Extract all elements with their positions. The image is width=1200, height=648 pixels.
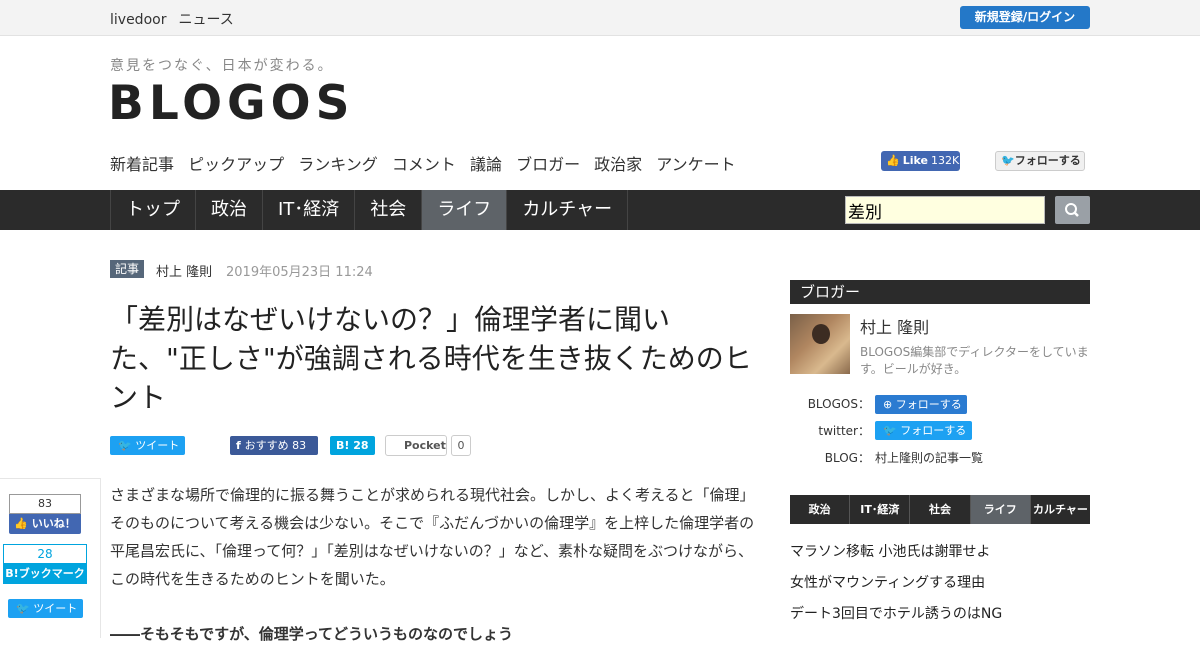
- nav-life[interactable]: ライフ: [421, 190, 507, 230]
- nav-society[interactable]: 社会: [354, 190, 421, 230]
- sidebar-category-tabs: 政治 IT･経済 社会 ライフ カルチャー: [790, 495, 1090, 524]
- twitter-bird-icon: 🐦: [1001, 154, 1015, 167]
- tab-politics[interactable]: 政治: [790, 495, 851, 524]
- thumbs-up-icon: 👍: [14, 517, 32, 530]
- twitter-bird-icon: 🐦: [883, 424, 901, 437]
- floating-hatena-button[interactable]: B!ブックマーク: [3, 564, 87, 584]
- subnav-survey[interactable]: アンケート: [656, 155, 735, 174]
- brand-news[interactable]: ニュース: [178, 12, 233, 28]
- blog-row-label: BLOG：: [824, 451, 870, 465]
- article-author[interactable]: 村上 隆則: [156, 261, 212, 280]
- blogos-follow-label: BLOGOS：: [807, 397, 870, 411]
- search-input[interactable]: [845, 196, 1045, 224]
- twitter-follow-row-label: twitter：: [818, 424, 870, 438]
- blogger-article-list-link[interactable]: 村上隆則の記事一覧: [875, 449, 983, 466]
- subnav-politician[interactable]: 政治家: [594, 155, 642, 174]
- blogos-logo[interactable]: BLOGOS: [108, 76, 354, 132]
- subnav-ranking[interactable]: ランキング: [298, 155, 378, 174]
- floating-fb-label: いいね！: [31, 517, 76, 530]
- article-category-tag[interactable]: 記事: [110, 260, 145, 278]
- fb-like-count: 132K: [930, 154, 960, 167]
- subnav-comment[interactable]: コメント: [392, 155, 456, 174]
- sidebar-twitter-follow-button[interactable]: 🐦 フォローする: [875, 421, 972, 440]
- ranking-item[interactable]: デート3回目でホテル誘うのはNG: [790, 603, 1002, 623]
- sidebar-blogger-heading: ブロガー: [790, 280, 1090, 304]
- brand-livedoor[interactable]: livedoor: [110, 12, 166, 28]
- floating-tweet-label: ツイート: [33, 602, 78, 615]
- tab-society[interactable]: 社会: [910, 495, 971, 524]
- ranking-item[interactable]: 女性がマウンティングする理由: [790, 572, 985, 592]
- nav-top[interactable]: トップ: [110, 190, 195, 230]
- floating-fb-count: 83: [9, 494, 81, 514]
- article-lead-paragraph: さまざまな場所で倫理的に振る舞うことが求められる現代社会。しかし、よく考えると「…: [110, 486, 755, 588]
- signup-login-button[interactable]: 新規登録/ログイン: [960, 6, 1090, 29]
- floating-tweet-button[interactable]: 🐦 ツイート: [8, 599, 83, 618]
- twitter-follow-label: フォローする: [1014, 154, 1081, 167]
- thumbs-up-icon: 👍: [886, 154, 900, 167]
- nav-it-economy[interactable]: IT･経済: [262, 190, 354, 230]
- tab-life[interactable]: ライフ: [970, 495, 1031, 524]
- fb-share-label: おすすめ: [244, 439, 289, 452]
- facebook-like-button[interactable]: 👍 Like 132K: [881, 151, 960, 171]
- site-tagline: 意見をつなぐ、日本が変わる。: [110, 58, 334, 74]
- subnav-pickup[interactable]: ピックアップ: [188, 155, 284, 174]
- hatena-bookmark-button[interactable]: B! 28: [330, 436, 375, 455]
- tab-culture[interactable]: カルチャー: [1031, 495, 1090, 524]
- hatena-count: 28: [353, 439, 369, 452]
- nav-politics[interactable]: 政治: [195, 190, 262, 230]
- plus-icon: ⊕: [883, 398, 896, 411]
- article-date: 2019年05月23日 11:24: [226, 265, 373, 280]
- pocket-count: 0: [451, 435, 471, 456]
- floating-hatena-count: 28: [3, 544, 87, 564]
- tweet-label: ツイート: [135, 439, 180, 452]
- article-question-heading: ――そもそもですが、倫理学ってどういうものなのでしょう: [110, 625, 514, 643]
- avatar[interactable]: [790, 314, 850, 374]
- sidebar-twitter-follow-text: フォローする: [900, 424, 967, 437]
- subnav-new[interactable]: 新着記事: [110, 155, 174, 174]
- twitter-follow-button[interactable]: 🐦フォローする: [995, 151, 1085, 171]
- search-button[interactable]: [1055, 196, 1090, 224]
- sidebar-blogger-name[interactable]: 村上 隆則: [860, 314, 929, 338]
- livedoor-brand[interactable]: livedoor ニュース: [110, 9, 246, 29]
- nav-culture[interactable]: カルチャー: [506, 190, 629, 230]
- fb-like-label: Like: [902, 154, 928, 167]
- blogos-follow-text: フォローする: [895, 398, 962, 411]
- fb-share-count: 83: [292, 439, 307, 452]
- ranking-item[interactable]: マラソン移転 小池氏は謝罪せよ: [790, 541, 990, 561]
- floating-fb-like-button[interactable]: 👍 いいね！: [9, 514, 81, 534]
- subnav-debate[interactable]: 議論: [470, 155, 502, 174]
- twitter-bird-icon: 🐦: [118, 439, 136, 452]
- facebook-icon: f: [236, 439, 245, 452]
- hatena-label: B!: [336, 439, 350, 452]
- sub-navigation: 新着記事 ピックアップ ランキング コメント 議論 ブロガー 政治家 アンケート: [110, 151, 745, 175]
- tweet-share-button[interactable]: 🐦 ツイート: [110, 436, 185, 455]
- facebook-share-button[interactable]: f おすすめ 83: [230, 436, 318, 455]
- search-icon: [1065, 203, 1079, 217]
- tab-it-economy[interactable]: IT･経済: [850, 495, 911, 524]
- pocket-button[interactable]: Pocket: [385, 435, 447, 456]
- top-bar: livedoor ニュース 新規登録/ログイン: [0, 0, 1200, 36]
- twitter-bird-icon: 🐦: [16, 602, 34, 615]
- subnav-blogger[interactable]: ブロガー: [516, 155, 580, 174]
- article-title: 「差別はなぜいけないの？」倫理学者に聞いた、"正しさ"が強調される時代を生き抜く…: [110, 303, 752, 414]
- blogos-follow-button[interactable]: ⊕ フォローする: [875, 395, 967, 414]
- sidebar-blogger-bio: BLOGOS編集部でディレクターをしています。ビールが好き。: [860, 345, 1089, 376]
